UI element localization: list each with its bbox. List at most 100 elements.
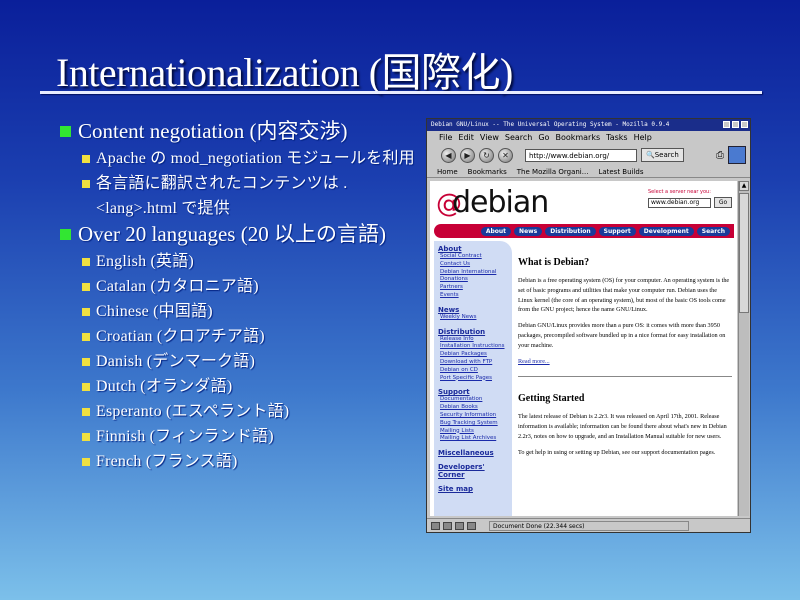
url-field[interactable]: http://www.debian.org/ bbox=[525, 148, 637, 162]
sub-bullet-text: Dutch (オランダ語) bbox=[96, 378, 233, 395]
sidebar-link[interactable]: Release Info bbox=[440, 336, 512, 344]
sub-bullet-text: 各言語に翻訳されたコンテンツは .<lang>.html で提供 bbox=[96, 175, 348, 217]
sidebar-link[interactable]: Mailing List Archives bbox=[440, 435, 512, 443]
nav-news[interactable]: News bbox=[514, 226, 543, 236]
sidebar-link[interactable]: Documentation bbox=[440, 396, 512, 404]
sidebar-heading[interactable]: Site map bbox=[438, 485, 512, 493]
read-more-link[interactable]: Read more... bbox=[518, 358, 550, 365]
sidebar-link[interactable]: Debian Books bbox=[440, 404, 512, 412]
mirror-select[interactable]: www.debian.org bbox=[648, 198, 711, 208]
mirror-go-button[interactable]: Go bbox=[714, 197, 732, 208]
sidebar-link[interactable]: Download with FTP bbox=[440, 359, 512, 367]
browser-window-screenshot: Debian GNU/Linux -- The Universal Operat… bbox=[426, 118, 751, 533]
nav-development[interactable]: Development bbox=[638, 226, 694, 236]
maximize-icon[interactable] bbox=[732, 121, 739, 128]
status-text: Document Done (22.344 secs) bbox=[489, 520, 689, 531]
menu-file[interactable]: File bbox=[439, 131, 452, 144]
personal-home[interactable]: Home bbox=[437, 166, 458, 177]
menu-bookmarks[interactable]: Bookmarks bbox=[555, 131, 600, 144]
bullet-content-negotiation: Content negotiation (内容交渉) bbox=[60, 118, 420, 144]
sub-bullet-text: Danish (デンマーク語) bbox=[96, 353, 255, 370]
sub-bullet: French (フランス語) bbox=[82, 449, 420, 474]
bullet-square-icon bbox=[82, 358, 90, 366]
address-book-icon[interactable] bbox=[467, 521, 476, 530]
window-titlebar[interactable]: Debian GNU/Linux -- The Universal Operat… bbox=[427, 119, 750, 131]
bullet-square-icon bbox=[60, 126, 71, 137]
sub-bullet-text: Esperanto (エスペラント語) bbox=[96, 403, 290, 420]
sidebar-link[interactable]: Port Specific Pages bbox=[440, 375, 512, 383]
nav-about[interactable]: About bbox=[480, 226, 512, 236]
sidebar-link[interactable]: Events bbox=[440, 292, 512, 300]
sub-bullet: English (英語) bbox=[82, 249, 420, 274]
sidebar-heading[interactable]: Distribution bbox=[438, 328, 512, 336]
back-button[interactable]: ◀ bbox=[441, 147, 456, 163]
sub-bullet-text: Apache の mod_negotiation モジュールを利用 bbox=[96, 150, 415, 167]
nav-distribution[interactable]: Distribution bbox=[545, 226, 596, 236]
navigator-icon[interactable] bbox=[431, 521, 440, 530]
forward-button[interactable]: ▶ bbox=[460, 147, 475, 163]
nav-support[interactable]: Support bbox=[598, 226, 636, 236]
reload-button[interactable]: ↻ bbox=[479, 147, 494, 163]
sidebar-link[interactable]: Weekly News bbox=[440, 314, 512, 322]
sidebar-link[interactable]: Bug Tracking System bbox=[440, 420, 512, 428]
menu-search[interactable]: Search bbox=[505, 131, 532, 144]
divider bbox=[518, 376, 732, 378]
bullet-square-icon bbox=[82, 258, 90, 266]
scroll-up-icon[interactable]: ▲ bbox=[739, 181, 749, 191]
bullet-square-icon bbox=[82, 433, 90, 441]
close-icon[interactable] bbox=[741, 121, 748, 128]
mirror-label: Select a server near you: bbox=[648, 189, 711, 195]
personal-bookmarks[interactable]: Bookmarks bbox=[468, 166, 507, 177]
menu-edit[interactable]: Edit bbox=[458, 131, 474, 144]
paragraph: To get help in using or setting up Debia… bbox=[518, 448, 716, 456]
sidebar-heading[interactable]: About bbox=[438, 245, 512, 253]
personal-mozilla-org[interactable]: The Mozilla Organi... bbox=[517, 166, 589, 177]
bullet-square-icon bbox=[82, 308, 90, 316]
sidebar-heading[interactable]: Developers' Corner bbox=[438, 463, 512, 479]
sidebar-link[interactable]: Mailing Lists bbox=[440, 428, 512, 436]
nav-search[interactable]: Search bbox=[696, 226, 730, 236]
status-bar: Document Done (22.344 secs) bbox=[427, 518, 750, 532]
mozilla-throbber-icon[interactable] bbox=[728, 146, 746, 164]
bullet-square-icon bbox=[82, 155, 90, 163]
debian-logo[interactable]: debian bbox=[452, 185, 549, 220]
vertical-scrollbar[interactable]: ▲ bbox=[738, 181, 749, 516]
search-icon: 🔍 bbox=[646, 151, 655, 159]
menu-tasks[interactable]: Tasks bbox=[606, 131, 627, 144]
search-button[interactable]: 🔍Search bbox=[641, 148, 684, 162]
composer-icon[interactable] bbox=[455, 521, 464, 530]
sidebar-link[interactable]: Debian International bbox=[440, 269, 512, 277]
print-icon[interactable]: ⎙ bbox=[716, 150, 724, 161]
sidebar-link[interactable]: Debian Packages bbox=[440, 351, 512, 359]
bullet-square-icon bbox=[82, 383, 90, 391]
menu-help[interactable]: Help bbox=[634, 131, 652, 144]
menu-view[interactable]: View bbox=[480, 131, 499, 144]
sub-bullet: Croatian (クロアチア語) bbox=[82, 324, 420, 349]
site-nav: About News Distribution Support Developm… bbox=[434, 224, 734, 238]
sidebar-link[interactable]: Donations bbox=[440, 276, 512, 284]
sidebar-link[interactable]: Security Information bbox=[440, 412, 512, 420]
personal-latest-builds[interactable]: Latest Builds bbox=[598, 166, 643, 177]
stop-button[interactable]: ✕ bbox=[498, 147, 513, 163]
sub-bullet-text: Chinese (中国語) bbox=[96, 303, 213, 320]
menu-bar: File Edit View Search Go Bookmarks Tasks… bbox=[427, 131, 750, 144]
sub-bullet: Danish (デンマーク語) bbox=[82, 349, 420, 374]
menu-go[interactable]: Go bbox=[538, 131, 549, 144]
sidebar-link[interactable]: Contact Us bbox=[440, 261, 512, 269]
bullet-square-icon bbox=[82, 408, 90, 416]
sidebar-link[interactable]: Debian on CD bbox=[440, 367, 512, 375]
sidebar-link[interactable]: Social Contract bbox=[440, 253, 512, 261]
sub-bullet: Dutch (オランダ語) bbox=[82, 374, 420, 399]
mail-icon[interactable] bbox=[443, 521, 452, 530]
bullet-languages: Over 20 languages (20 以上の言語) bbox=[60, 221, 420, 247]
paragraph: Debian GNU/Linux provides more than a pu… bbox=[518, 322, 726, 349]
minimize-icon[interactable] bbox=[723, 121, 730, 128]
sidebar-link[interactable]: Partners bbox=[440, 284, 512, 292]
sidebar-heading[interactable]: Support bbox=[438, 388, 512, 396]
scroll-thumb[interactable] bbox=[739, 193, 749, 313]
sidebar-heading[interactable]: News bbox=[438, 306, 512, 314]
sidebar-heading[interactable]: Miscellaneous bbox=[438, 449, 512, 457]
bullet-list: Content negotiation (内容交渉) Apache の mod_… bbox=[60, 118, 420, 474]
sidebar-link[interactable]: Installation Instructions bbox=[440, 343, 512, 351]
bullet-square-icon bbox=[60, 229, 71, 240]
